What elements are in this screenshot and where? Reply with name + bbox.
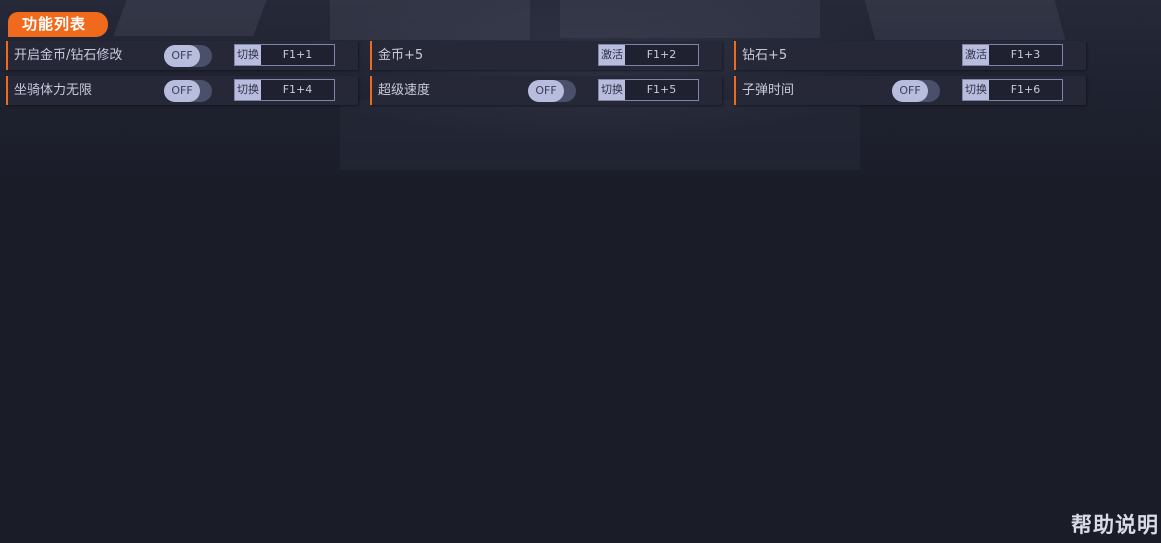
feature-label: 开启金币/钻石修改	[14, 48, 123, 63]
hotkey-box[interactable]: 切换 F1+6	[962, 79, 1063, 101]
help-link[interactable]: 帮助说明	[1071, 509, 1159, 539]
hotkey-box[interactable]: 激活 F1+2	[598, 44, 699, 66]
toggle-state: OFF	[528, 80, 564, 102]
feature-row-6: 子弹时间 OFF 切换 F1+6	[734, 76, 1086, 105]
hotkey-value: F1+6	[989, 80, 1062, 100]
hotkey-action: 切换	[963, 80, 989, 100]
toggle-state: OFF	[892, 80, 928, 102]
hotkey-value: F1+5	[625, 80, 698, 100]
feature-toggle[interactable]: OFF	[164, 45, 212, 67]
hotkey-value: F1+2	[625, 45, 698, 65]
hotkey-value: F1+4	[261, 80, 334, 100]
feature-toggle[interactable]: OFF	[528, 80, 576, 102]
hotkey-action: 激活	[599, 45, 625, 65]
toggle-state: OFF	[164, 45, 200, 67]
hotkey-box[interactable]: 切换 F1+5	[598, 79, 699, 101]
feature-toggle[interactable]: OFF	[164, 80, 212, 102]
feature-label: 子弹时间	[742, 83, 795, 98]
hotkey-action: 切换	[599, 80, 625, 100]
feature-label: 超级速度	[378, 83, 431, 98]
feature-label: 金币+5	[378, 48, 424, 63]
feature-row-4: 坐骑体力无限 OFF 切换 F1+4	[6, 76, 358, 105]
hotkey-action: 激活	[963, 45, 989, 65]
hotkey-action: 切换	[235, 45, 261, 65]
hotkey-action: 切换	[235, 80, 261, 100]
hotkey-box[interactable]: 激活 F1+3	[962, 44, 1063, 66]
hotkey-box[interactable]: 切换 F1+4	[234, 79, 335, 101]
feature-row-3: 钻石+5 激活 F1+3	[734, 41, 1086, 70]
feature-toggle[interactable]: OFF	[892, 80, 940, 102]
feature-label: 坐骑体力无限	[14, 83, 93, 98]
feature-row-5: 超级速度 OFF 切换 F1+5	[370, 76, 722, 105]
toggle-state: OFF	[164, 80, 200, 102]
hotkey-value: F1+3	[989, 45, 1062, 65]
hotkey-box[interactable]: 切换 F1+1	[234, 44, 335, 66]
feature-list-title: 功能列表	[8, 12, 108, 37]
feature-row-2: 金币+5 激活 F1+2	[370, 41, 722, 70]
feature-row-1: 开启金币/钻石修改 OFF 切换 F1+1	[6, 41, 358, 70]
hotkey-value: F1+1	[261, 45, 334, 65]
feature-label: 钻石+5	[742, 48, 788, 63]
